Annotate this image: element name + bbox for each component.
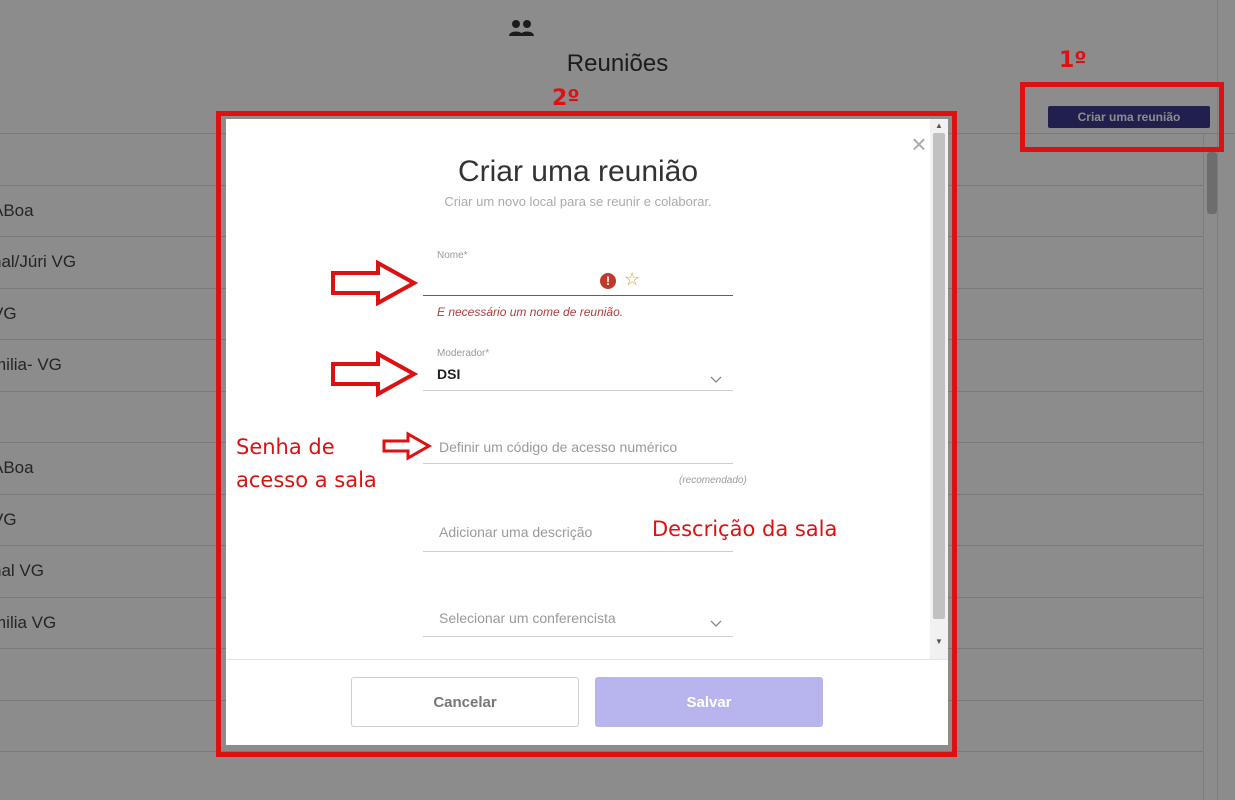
speaker-select[interactable]: Selecionar um conferencista bbox=[439, 610, 616, 626]
annotation-box-step1 bbox=[1020, 82, 1224, 152]
access-code-underline bbox=[423, 463, 733, 464]
dialog-subtitle: Criar um novo local para se reunir e col… bbox=[444, 194, 712, 209]
description-field[interactable]: Adicionar uma descrição bbox=[439, 524, 592, 540]
name-field-underline bbox=[423, 295, 733, 296]
annotation-arrow-icon bbox=[331, 260, 418, 306]
annotation-step2: 2º bbox=[552, 86, 580, 111]
moderator-field-label: Moderador* bbox=[437, 348, 490, 359]
access-code-hint: (recomendado) bbox=[679, 475, 747, 486]
speaker-underline bbox=[423, 636, 733, 637]
dialog-footer: Cancelar Salvar bbox=[226, 659, 948, 745]
scroll-down-arrow-icon[interactable]: ▼ bbox=[933, 637, 945, 647]
close-icon[interactable]: × bbox=[908, 131, 930, 157]
cancel-button[interactable]: Cancelar bbox=[351, 677, 579, 727]
annotation-password-note: Senha de acesso a sala bbox=[236, 431, 377, 497]
name-field-error: E necessário um nome de reunião. bbox=[437, 305, 624, 319]
description-underline bbox=[423, 551, 733, 552]
error-icon: ! bbox=[600, 273, 616, 289]
access-code-field[interactable]: Definir um código de acesso numérico bbox=[439, 439, 677, 455]
save-button[interactable]: Salvar bbox=[595, 677, 823, 727]
annotation-arrow-icon bbox=[382, 431, 432, 461]
name-field-label: Nome* bbox=[437, 250, 468, 261]
chevron-down-icon[interactable] bbox=[710, 373, 722, 385]
annotation-password-note-line2: acesso a sala bbox=[236, 468, 377, 492]
annotation-step1: 1º bbox=[1059, 48, 1087, 73]
modal-scrollbar-thumb[interactable] bbox=[933, 133, 945, 619]
annotation-password-note-line1: Senha de bbox=[236, 435, 335, 459]
moderator-field-underline bbox=[423, 390, 733, 391]
chevron-down-icon[interactable] bbox=[710, 617, 722, 629]
moderator-select[interactable]: DSI bbox=[437, 366, 460, 382]
annotation-arrow-icon bbox=[331, 351, 418, 397]
name-field[interactable] bbox=[423, 267, 593, 293]
star-icon[interactable]: ☆ bbox=[624, 269, 640, 290]
annotation-description-note: Descrição da sala bbox=[652, 517, 838, 541]
scroll-up-arrow-icon[interactable]: ▲ bbox=[933, 121, 945, 131]
dialog-title: Criar uma reunião bbox=[457, 155, 699, 188]
